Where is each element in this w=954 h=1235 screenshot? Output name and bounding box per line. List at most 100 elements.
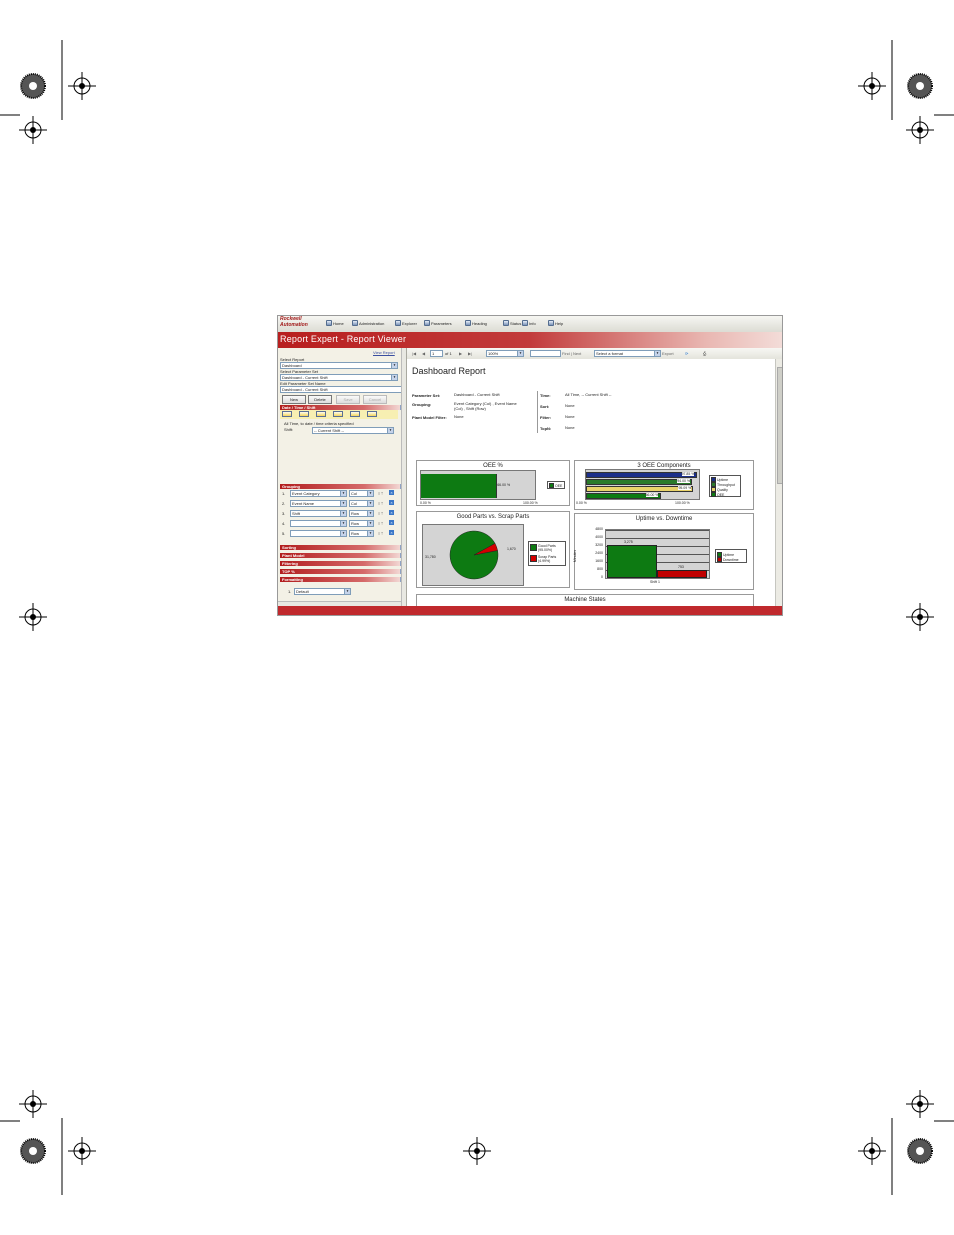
- grouping-handle-icon[interactable]: ≡⇡: [378, 531, 384, 536]
- info-key: Time:: [540, 393, 551, 398]
- pie-scrap-value: 1,670: [507, 547, 516, 551]
- delete-button[interactable]: Delete: [308, 395, 332, 404]
- nav-item-home[interactable]: Home: [326, 320, 344, 326]
- page-number-input[interactable]: 1: [430, 350, 443, 357]
- chevron-down-icon: ▼: [367, 531, 373, 536]
- calendar-icon[interactable]: [350, 411, 360, 417]
- info-value: Dashboard - Current Shift: [454, 392, 500, 397]
- good-scrap-panel: Good Parts vs. Scrap Parts 31,780 1,670 …: [416, 511, 570, 588]
- remove-icon[interactable]: ×: [389, 530, 394, 535]
- chevron-down-icon: ▼: [367, 511, 373, 516]
- export-link[interactable]: Export: [662, 351, 674, 356]
- grouping-row: 1. Event Category ▼ Col ▼ ≡⇡ ×: [278, 490, 406, 498]
- save-button[interactable]: Save: [336, 395, 360, 404]
- grouping-field-dropdown[interactable]: ▼: [290, 520, 347, 527]
- select-paramset-dropdown[interactable]: Dashboard - Current Shift ▼: [280, 374, 398, 381]
- status-icon: [503, 320, 509, 326]
- refresh-icon[interactable]: ⟳: [685, 351, 688, 356]
- machine-states-panel: Machine States: [416, 594, 754, 606]
- calendar-icon[interactable]: [333, 411, 343, 417]
- remove-icon[interactable]: ×: [389, 520, 394, 525]
- nav-item-help[interactable]: Help: [548, 320, 563, 326]
- remove-icon[interactable]: ×: [389, 500, 394, 505]
- remove-icon[interactable]: ×: [389, 510, 394, 515]
- scrollbar-thumb[interactable]: [777, 367, 782, 484]
- prev-page-icon[interactable]: ◀: [422, 351, 425, 356]
- info-key: Grouping:: [412, 402, 432, 407]
- y-tick-label: 4800: [595, 527, 603, 531]
- view-report-link[interactable]: View Report: [373, 350, 395, 355]
- info-key: TopN:: [540, 426, 552, 431]
- grouping-handle-icon[interactable]: ≡⇡: [378, 501, 384, 506]
- y-tick-label: 1600: [595, 559, 603, 563]
- calendar-icon[interactable]: [299, 411, 309, 417]
- info-value: None: [565, 414, 575, 419]
- calendar-icon[interactable]: [316, 411, 326, 417]
- grouping-axis-dropdown[interactable]: Row ▼: [349, 520, 374, 527]
- grouping-axis-dropdown[interactable]: Row ▼: [349, 530, 374, 537]
- nav-item-administration[interactable]: Administration: [352, 320, 384, 326]
- first-page-icon[interactable]: |◀: [412, 351, 416, 356]
- page-count: of 1: [445, 351, 452, 356]
- find-next-link[interactable]: Find | Next: [562, 351, 581, 356]
- app-title: Report Expert - Report Viewer: [280, 334, 407, 344]
- calendar-icon[interactable]: [282, 411, 292, 417]
- remove-icon[interactable]: ×: [389, 490, 394, 495]
- section-plant-model[interactable]: Plant Model: [280, 553, 404, 558]
- export-format-dropdown[interactable]: Select a format ▼: [594, 350, 661, 357]
- legend-oee: OEE: [555, 483, 563, 488]
- grouping-field-dropdown[interactable]: ▼: [290, 530, 347, 537]
- nav-item-status[interactable]: Status: [503, 320, 521, 326]
- component-value-label: 94.00 %: [677, 479, 691, 483]
- section-sorting[interactable]: Sorting: [280, 545, 404, 550]
- info-value: Event Category (Col) , Event Name (Col) …: [454, 401, 517, 411]
- components-axis-min: 0.00 %: [576, 501, 587, 505]
- grouping-handle-icon[interactable]: ≡⇡: [378, 491, 384, 496]
- cancel-button[interactable]: Cancel: [363, 395, 387, 404]
- grouping-row-number: 1.: [282, 491, 286, 496]
- grouping-axis-dropdown[interactable]: Col ▼: [349, 490, 374, 497]
- report-viewer-window: Rockwell Automation Home Administration Exp…: [277, 315, 783, 616]
- heading-icon: [465, 320, 471, 326]
- last-page-icon[interactable]: ▶|: [468, 351, 472, 356]
- section-grouping[interactable]: Grouping: [280, 484, 404, 489]
- grouping-field-dropdown[interactable]: Shift ▼: [290, 510, 347, 517]
- oee-chart-title: OEE %: [483, 463, 503, 469]
- format-dropdown[interactable]: Default ▼: [294, 588, 351, 595]
- nav-item-heading[interactable]: Heading: [465, 320, 487, 326]
- components-plot-area: 97.85 % 94.00 % 95.09 % 66.00 %: [585, 469, 700, 500]
- grouping-row-number: 3.: [282, 511, 286, 516]
- grouping-handle-icon[interactable]: ≡⇡: [378, 511, 384, 516]
- pie-good-value: 31,780: [425, 555, 436, 559]
- new-button[interactable]: New: [282, 395, 306, 404]
- chevron-down-icon: ▼: [367, 491, 373, 496]
- select-report-dropdown[interactable]: Dashboard ▼: [280, 362, 398, 369]
- nav-item-info[interactable]: Info: [522, 320, 536, 326]
- parameters-icon: [424, 320, 430, 326]
- find-input[interactable]: [530, 350, 561, 357]
- section-filtering[interactable]: Filtering: [280, 561, 404, 566]
- next-page-icon[interactable]: ▶: [459, 351, 462, 356]
- zoom-dropdown[interactable]: 100% ▼: [486, 350, 524, 357]
- nav-item-parameters[interactable]: Parameters: [424, 320, 452, 326]
- report-scrollbar[interactable]: [775, 359, 782, 606]
- grouping-handle-icon[interactable]: ≡⇡: [378, 521, 384, 526]
- nav-item-explorer[interactable]: Explorer: [395, 320, 417, 326]
- shift-dropdown[interactable]: -- Current Shift -- ▼: [312, 427, 394, 434]
- pie-chart: [449, 530, 499, 580]
- grouping-field-dropdown[interactable]: Event Name ▼: [290, 500, 347, 507]
- legend-item: OEE: [711, 492, 724, 497]
- grouping-axis-dropdown[interactable]: Row ▼: [349, 510, 374, 517]
- downtime-value-label: 753: [678, 565, 684, 570]
- section-formatting[interactable]: Formatting: [280, 577, 404, 582]
- info-key: Parameter Set:: [412, 393, 441, 398]
- uptime-chart-title: Uptime vs. Downtime: [635, 516, 693, 522]
- edit-paramset-input[interactable]: Dashboard - Current Shift: [280, 386, 404, 393]
- y-tick-label: 0: [601, 575, 603, 579]
- pie-chart-title: Good Parts vs. Scrap Parts: [456, 514, 530, 520]
- grouping-field-dropdown[interactable]: Event Category ▼: [290, 490, 347, 497]
- grouping-axis-dropdown[interactable]: Col ▼: [349, 500, 374, 507]
- print-icon[interactable]: ⎙: [703, 351, 706, 356]
- calendar-icon[interactable]: [367, 411, 377, 417]
- section-top-n[interactable]: TOP %: [280, 569, 404, 574]
